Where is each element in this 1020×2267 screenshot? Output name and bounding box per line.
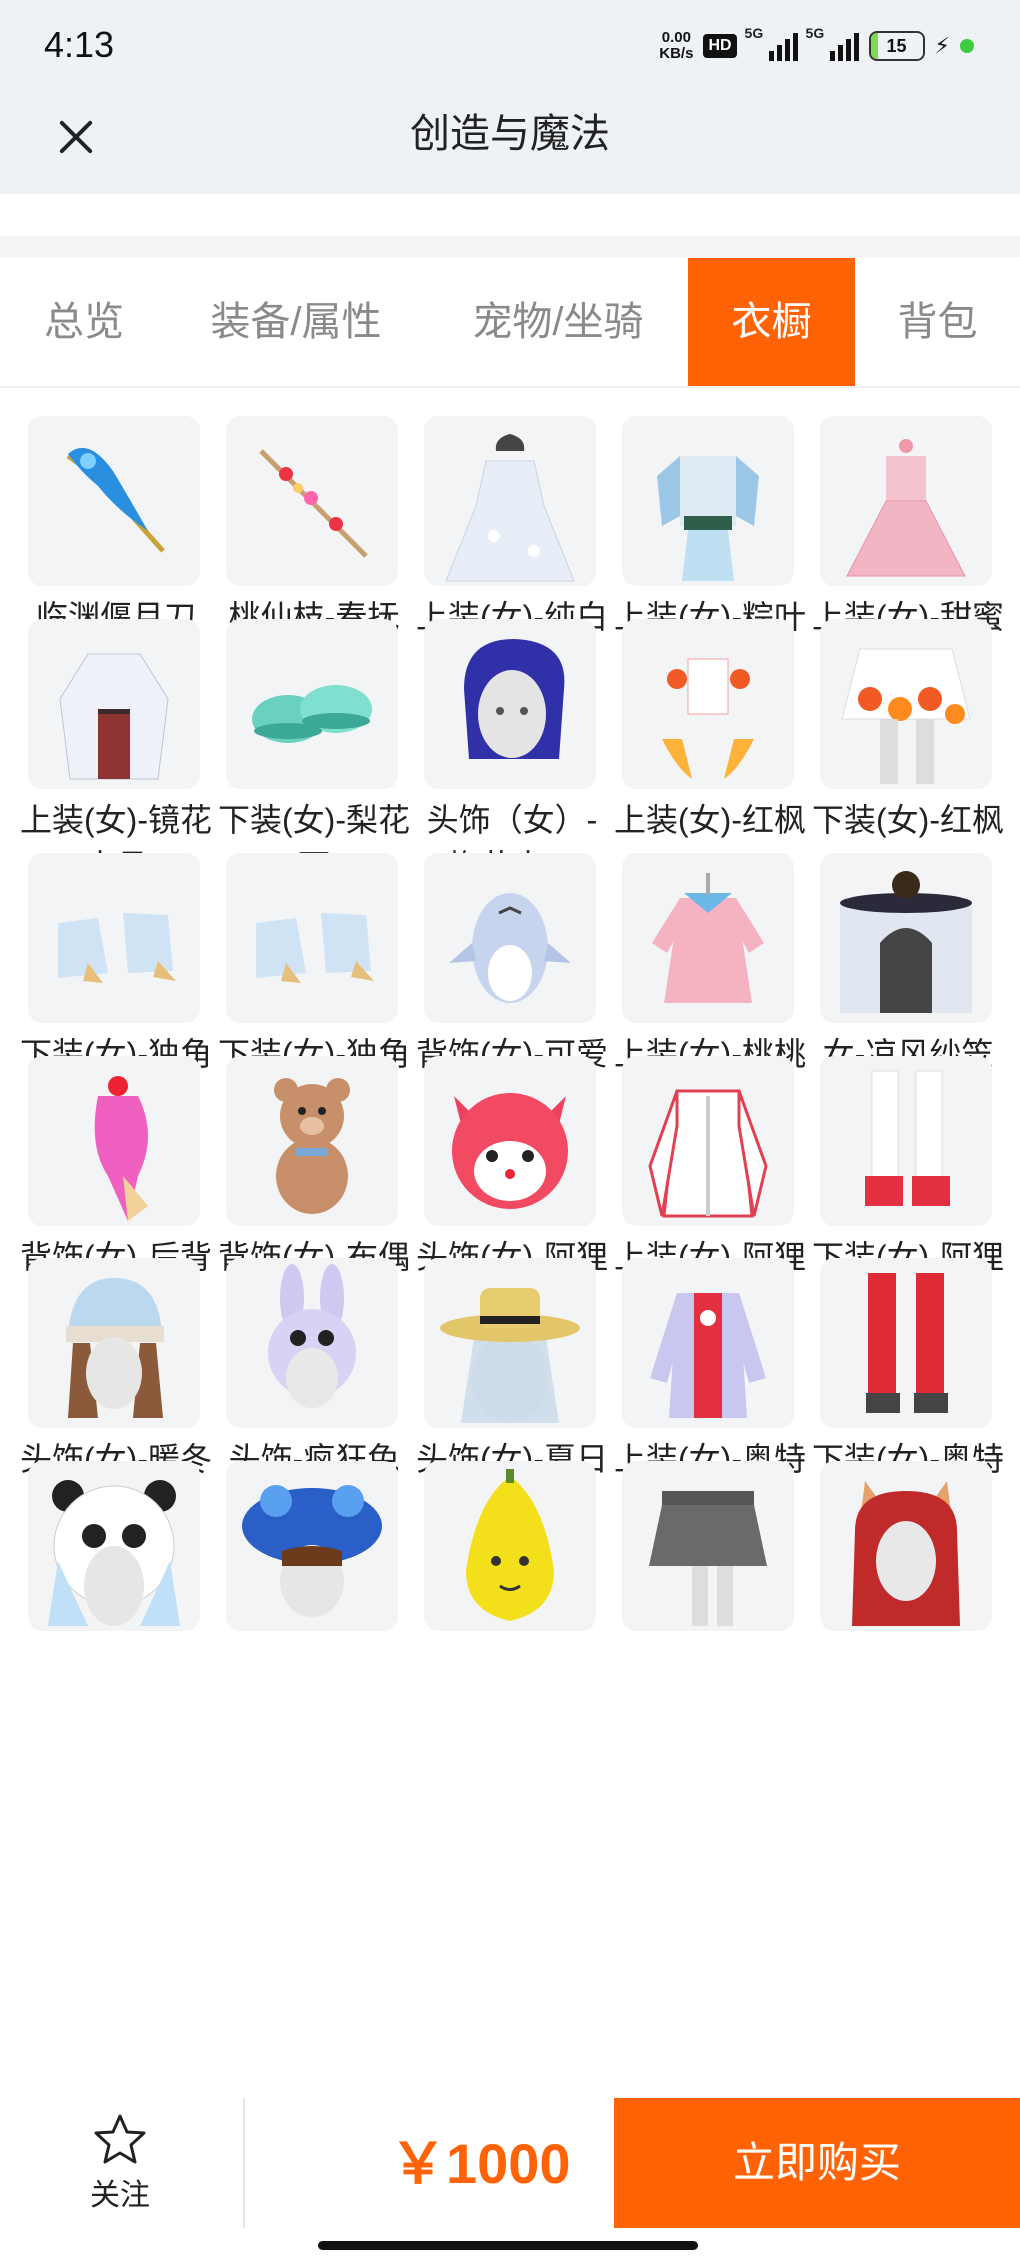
wardrobe-grid: 临渊偃月刀桃仙枝-春抚上装(女)-纯白上装(女)-粽叶青青上装(女)-甜蜜蜜上装…	[0, 388, 1020, 2098]
item-thumbnail	[28, 1258, 200, 1428]
item-label: 下装(女)-红枫	[812, 802, 1004, 838]
octopus-hat-icon	[242, 1485, 382, 1617]
charging-icon: ⚡	[934, 33, 950, 58]
red-boots-icon	[866, 1273, 948, 1413]
follow-label: 关注	[90, 2179, 150, 2212]
pink-dress-icon	[846, 439, 966, 577]
item-thumbnail	[28, 853, 200, 1023]
item-thumbnail	[424, 619, 596, 789]
unicorn-boots-icon	[58, 913, 176, 983]
item-thumbnail	[622, 416, 794, 586]
signal-icon: 5G	[745, 25, 798, 61]
item-thumbnail	[622, 1461, 794, 1631]
banana-icon	[466, 1469, 554, 1621]
divider	[243, 2098, 245, 2228]
follow-button[interactable]: 关注	[40, 2112, 200, 2232]
item-thumbnail	[424, 1056, 596, 1226]
bunny-top-icon	[652, 873, 764, 1003]
grey-skirt-icon	[649, 1491, 767, 1626]
clipped-content	[0, 194, 1020, 236]
item-thumbnail	[820, 853, 992, 1023]
header: 创造与魔法	[0, 90, 1020, 194]
robe-icon	[59, 653, 169, 780]
item-thumbnail	[622, 853, 794, 1023]
item-thumbnail	[28, 1056, 200, 1226]
item-thumbnail	[28, 1461, 200, 1631]
white-dress-icon	[445, 434, 575, 582]
net-speed: 0.00 KB/s	[659, 29, 694, 62]
fox-head-icon	[452, 1093, 568, 1209]
item-thumbnail	[820, 619, 992, 789]
item-thumbnail	[226, 1056, 398, 1226]
knit-hat-icon	[66, 1278, 164, 1418]
item-thumbnail	[28, 619, 200, 789]
page-title: 创造与魔法	[410, 112, 610, 156]
item-thumbnail	[820, 416, 992, 586]
green-outfit-icon	[657, 456, 759, 581]
status-dot-icon	[960, 39, 974, 53]
item-thumbnail	[424, 416, 596, 586]
item-thumbnail	[424, 853, 596, 1023]
maple-skirt-icon	[841, 648, 971, 784]
status-time: 4:13	[44, 24, 115, 65]
item-label: 上装(女)-红枫	[614, 802, 806, 838]
item-thumbnail	[424, 1461, 596, 1631]
tab-backpack[interactable]: 背包	[855, 258, 1020, 386]
straw-hat-icon	[440, 1288, 580, 1423]
item-thumbnail	[622, 619, 794, 789]
price: ￥1000	[390, 2132, 571, 2195]
home-indicator	[318, 2241, 698, 2250]
tab-bar: 总览 装备/属性 宠物/坐骑 衣橱 背包	[0, 258, 1020, 388]
maple-top-icon	[662, 658, 754, 779]
star-icon	[94, 2114, 146, 2164]
item-thumbnail	[820, 1258, 992, 1428]
shoes-icon	[252, 685, 372, 743]
signal-icon: 5G	[806, 25, 859, 61]
fox-ear-hair-icon	[852, 1481, 960, 1626]
hair-icon	[464, 639, 565, 759]
status-bar: 4:13 0.00 KB/s HD 5G 5G 15 ⚡	[0, 0, 1020, 90]
item-thumbnail	[424, 1258, 596, 1428]
veil-hat-icon	[840, 871, 972, 1013]
item-thumbnail	[820, 1056, 992, 1226]
item-thumbnail	[28, 416, 200, 586]
buy-now-button[interactable]: 立即购买	[614, 2098, 1020, 2228]
panda-hat-icon	[48, 1480, 180, 1626]
item-thumbnail	[226, 416, 398, 586]
rabbit-hat-icon	[268, 1264, 356, 1408]
item-thumbnail	[226, 853, 398, 1023]
item-thumbnail	[226, 1258, 398, 1428]
tab-equipment[interactable]: 装备/属性	[178, 258, 414, 386]
item-thumbnail	[226, 619, 398, 789]
tab-wardrobe[interactable]: 衣橱	[688, 258, 855, 386]
hero-top-icon	[650, 1293, 766, 1418]
boots-icon	[865, 1070, 950, 1206]
teddy-bear-icon	[274, 1078, 350, 1214]
ice-cream-icon	[94, 1076, 148, 1221]
tab-overview[interactable]: 总览	[0, 258, 168, 386]
item-thumbnail	[622, 1056, 794, 1226]
item-thumbnail	[622, 1258, 794, 1428]
battery-icon: 15	[868, 31, 925, 61]
shark-icon	[449, 893, 571, 1003]
item-thumbnail	[226, 1461, 398, 1631]
item-thumbnail	[820, 1461, 992, 1631]
blade-icon	[66, 447, 165, 553]
branch-icon	[259, 449, 368, 558]
status-icons: 0.00 KB/s HD 5G 5G 15 ⚡	[659, 25, 974, 66]
jacket-icon	[648, 1089, 768, 1218]
bottom-bar: 关注 ￥1000 立即购买	[0, 2098, 1020, 2267]
section-gap	[0, 236, 1020, 258]
unicorn-boots-icon	[256, 913, 374, 983]
tab-pets[interactable]: 宠物/坐骑	[440, 258, 676, 386]
hd-icon: HD	[703, 34, 737, 58]
